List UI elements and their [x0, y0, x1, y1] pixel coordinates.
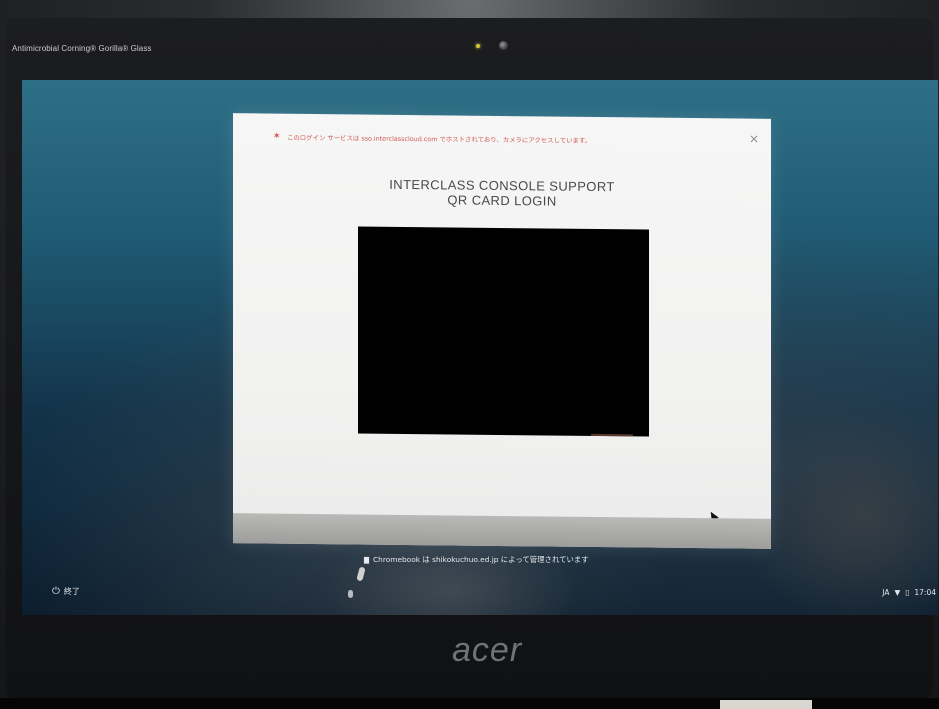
light-reflection: [348, 590, 353, 598]
screen-reflection: [742, 410, 938, 615]
wifi-icon: ▼: [894, 588, 901, 597]
ime-indicator: JA: [882, 588, 890, 597]
acer-logo: acer: [452, 631, 523, 669]
camera-warning-bar: ✶ このログイン サービスは sso.interclasscloud.com で…: [273, 130, 723, 149]
power-icon: ⏻: [52, 585, 60, 597]
viewport-edge: [591, 433, 633, 437]
qr-login-dialog: ✶ このログイン サービスは sso.interclasscloud.com で…: [233, 113, 771, 549]
bezel-sticker: [720, 700, 812, 709]
managed-notice-text: Chromebook は shikokuchuo.ed.jp によって管理されて…: [373, 555, 589, 564]
enterprise-icon: ▇: [364, 555, 369, 564]
qr-camera-viewport: [358, 226, 649, 437]
page-title: INTERCLASS CONSOLE SUPPORT QR CARD LOGIN: [233, 175, 771, 211]
bezel-brand-label: Antimicrobial Corning® Gorilla® Glass: [12, 44, 152, 53]
dialog-footer: [233, 513, 771, 549]
camera-warning-text: このログイン サービスは sso.interclasscloud.com でホス…: [287, 133, 592, 145]
shutdown-label: 終了: [63, 587, 80, 596]
camera-led: [476, 44, 480, 48]
close-button[interactable]: ×: [747, 132, 761, 146]
photo: Antimicrobial Corning® Gorilla® Glass ✶ …: [0, 0, 939, 709]
battery-icon: ▯: [905, 588, 910, 597]
warning-icon: ✶: [273, 131, 281, 142]
shutdown-button[interactable]: ⏻ 終了: [52, 586, 80, 597]
camera-lens: [499, 41, 508, 50]
clock: 17:04: [914, 588, 936, 597]
managed-notice: ▇ Chromebook は shikokuchuo.ed.jp によって管理さ…: [364, 554, 589, 565]
login-screen: ✶ このログイン サービスは sso.interclasscloud.com で…: [22, 80, 938, 615]
status-tray[interactable]: JA ▼ ▯ 17:04: [882, 588, 936, 597]
